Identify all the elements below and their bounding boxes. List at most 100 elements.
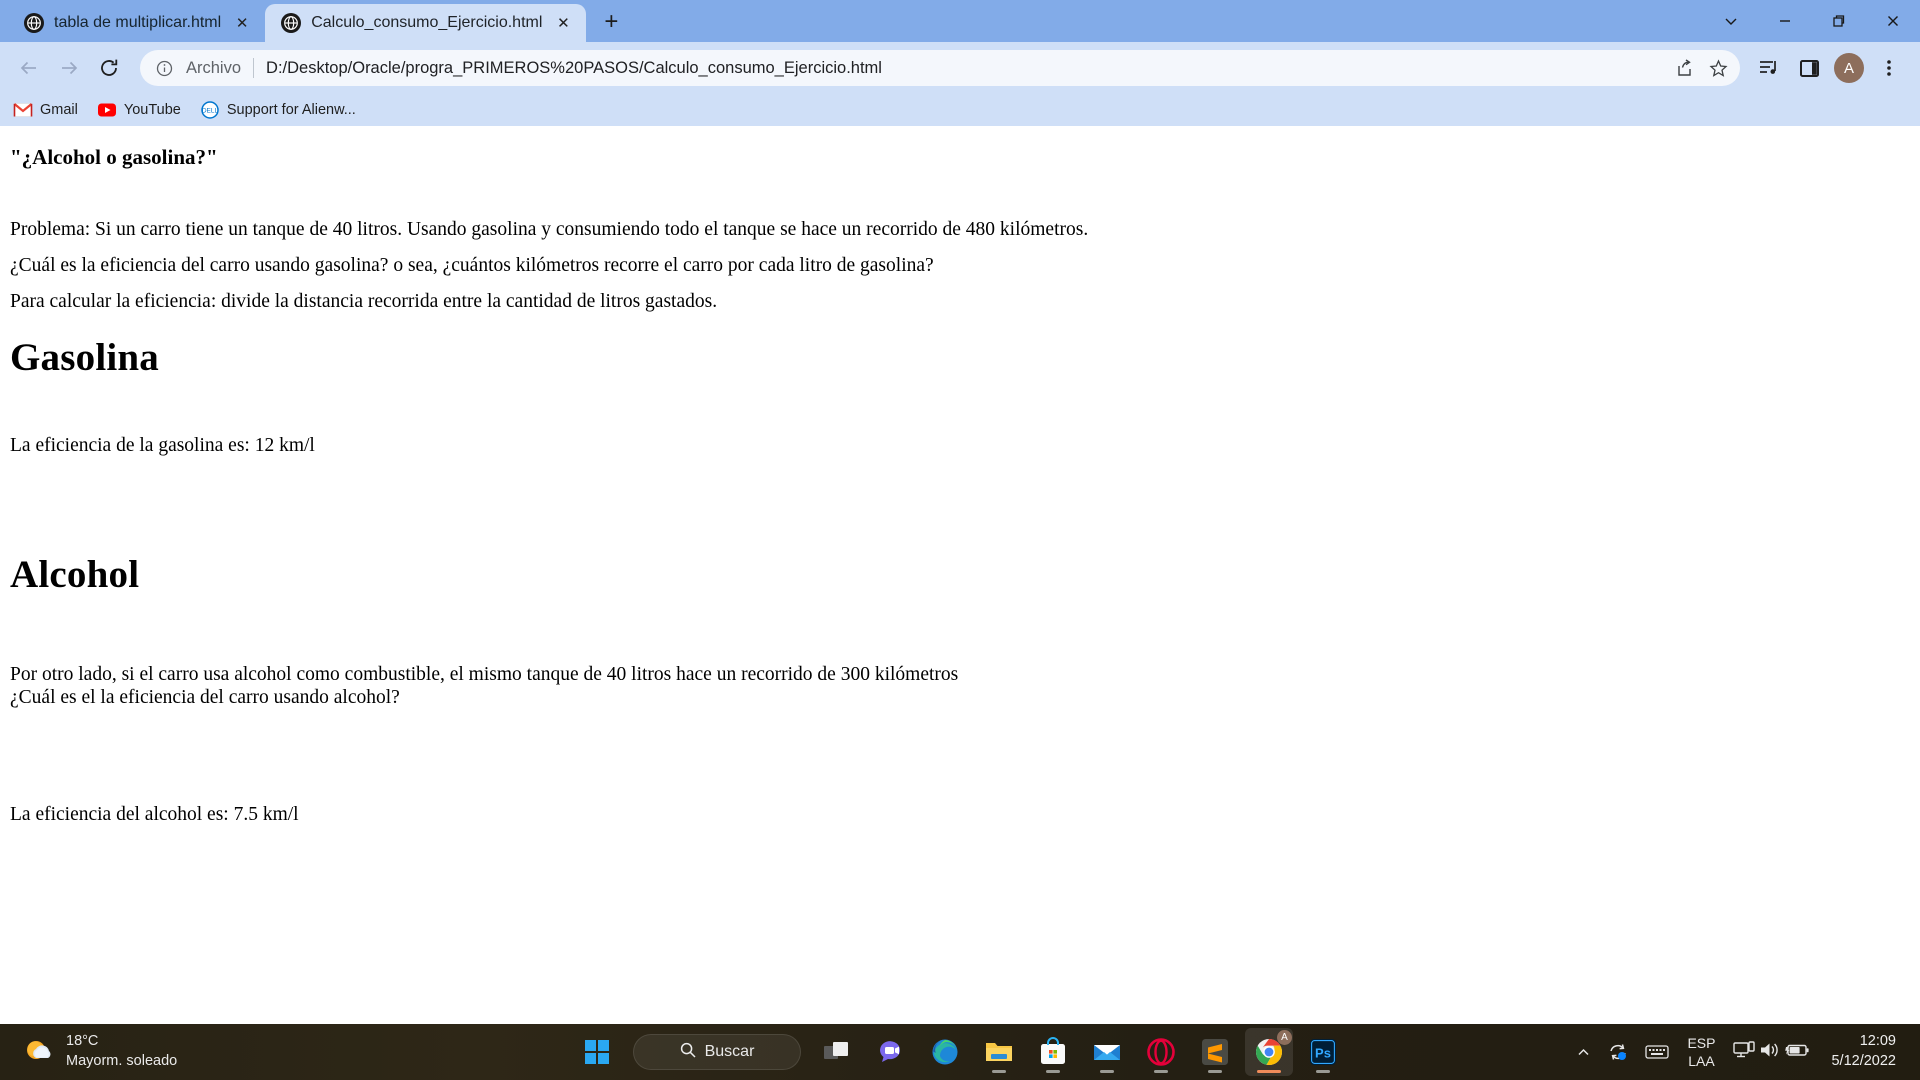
bookmarks-bar: Gmail YouTube DELL Support for Alienw... bbox=[0, 94, 1920, 126]
running-indicator bbox=[1100, 1070, 1114, 1073]
chrome-profile-badge: A bbox=[1277, 1030, 1292, 1045]
volume-icon bbox=[1759, 1040, 1781, 1065]
avatar[interactable]: A bbox=[1834, 53, 1864, 83]
media-playlist-icon[interactable] bbox=[1750, 49, 1788, 87]
dell-icon: DELL bbox=[201, 101, 219, 119]
browser-tab-1[interactable]: tabla de multiplicar.html ✕ bbox=[8, 4, 265, 42]
chevron-up-icon[interactable] bbox=[1568, 1028, 1599, 1076]
taskbar-app-chat[interactable] bbox=[867, 1028, 915, 1076]
page-heading-quote: "¿Alcohol o gasolina?" bbox=[10, 145, 218, 169]
info-circle-icon[interactable] bbox=[150, 54, 178, 82]
taskbar-app-area: Buscar A Ps bbox=[573, 1024, 1347, 1080]
weather-widget[interactable]: 18°C Mayorm. soleado bbox=[0, 1032, 300, 1071]
taskbar-app-file-explorer[interactable] bbox=[975, 1028, 1023, 1076]
bookmark-youtube[interactable]: YouTube bbox=[97, 101, 181, 119]
tab-title: tabla de multiplicar.html bbox=[54, 14, 222, 31]
result-alcohol: La eficiencia del alcohol es: 7.5 km/l bbox=[10, 803, 299, 825]
alcohol-line-2: ¿Cuál es el la eficiencia del carro usan… bbox=[10, 686, 400, 708]
address-bar[interactable]: Archivo D:/Desktop/Oracle/progra_PRIMERO… bbox=[140, 50, 1740, 86]
taskbar-search-button[interactable]: Buscar bbox=[633, 1034, 801, 1070]
paragraph-formula-note: Para calcular la eficiencia: divide la d… bbox=[10, 290, 718, 312]
running-indicator bbox=[1046, 1070, 1060, 1073]
windows-taskbar: 18°C Mayorm. soleado Buscar A Ps ESP LAA… bbox=[0, 1024, 1920, 1080]
taskbar-app-microsoft-store[interactable] bbox=[1029, 1028, 1077, 1076]
network-icon bbox=[1733, 1040, 1756, 1065]
browser-toolbar: Archivo D:/Desktop/Oracle/progra_PRIMERO… bbox=[0, 42, 1920, 94]
omnibox-actions bbox=[1668, 52, 1734, 84]
bookmark-gmail[interactable]: Gmail bbox=[13, 101, 78, 119]
search-icon bbox=[680, 1042, 696, 1063]
globe-icon bbox=[281, 13, 302, 33]
clock-date: 5/12/2022 bbox=[1831, 1053, 1896, 1069]
taskbar-app-photoshop[interactable]: Ps bbox=[1299, 1028, 1347, 1076]
page-viewport: "¿Alcohol o gasolina?" Problema: Si un c… bbox=[0, 126, 1920, 1024]
language-line-1: ESP bbox=[1687, 1034, 1716, 1051]
result-gasolina: La eficiencia de la gasolina es: 12 km/l bbox=[10, 434, 315, 456]
clock-button[interactable]: 12:09 5/12/2022 bbox=[1819, 1028, 1906, 1076]
onedrive-sync-icon[interactable] bbox=[1599, 1028, 1637, 1076]
taskbar-app-opera[interactable] bbox=[1137, 1028, 1185, 1076]
restore-icon[interactable] bbox=[1812, 0, 1866, 42]
new-tab-button[interactable]: + bbox=[594, 5, 628, 39]
battery-charging-icon bbox=[1785, 1041, 1811, 1064]
clock-time: 12:09 bbox=[1859, 1033, 1896, 1050]
section-heading-alcohol: Alcohol bbox=[10, 552, 140, 596]
chevron-down-icon[interactable] bbox=[1704, 0, 1758, 42]
running-indicator bbox=[992, 1070, 1006, 1073]
url-scheme-label: Archivo bbox=[186, 58, 242, 77]
svg-text:DELL: DELL bbox=[202, 108, 219, 115]
alcohol-line-1: Por otro lado, si el carro usa alcohol c… bbox=[10, 663, 959, 685]
taskbar-app-sublime-text[interactable] bbox=[1191, 1028, 1239, 1076]
bookmark-label: YouTube bbox=[123, 102, 181, 118]
weather-text: 18°C Mayorm. soleado bbox=[66, 1032, 177, 1071]
bookmark-support-alienware[interactable]: DELL Support for Alienw... bbox=[201, 101, 356, 119]
share-icon[interactable] bbox=[1668, 52, 1700, 84]
weather-condition: Mayorm. soleado bbox=[66, 1053, 178, 1069]
search-label: Buscar bbox=[704, 1043, 755, 1060]
paragraph-alcohol: Por otro lado, si el carro usa alcohol c… bbox=[10, 663, 1910, 709]
weather-temperature: 18°C bbox=[66, 1033, 99, 1050]
star-icon[interactable] bbox=[1702, 52, 1734, 84]
tab-close-button[interactable]: ✕ bbox=[552, 12, 574, 34]
gmail-icon bbox=[13, 101, 33, 119]
forward-arrow-icon[interactable] bbox=[50, 49, 88, 87]
taskbar-app-edge[interactable] bbox=[921, 1028, 969, 1076]
active-indicator bbox=[1257, 1070, 1281, 1073]
start-button[interactable] bbox=[573, 1028, 621, 1076]
page-content: "¿Alcohol o gasolina?" Problema: Si un c… bbox=[10, 126, 1910, 826]
running-indicator bbox=[1316, 1070, 1330, 1073]
taskbar-app-chrome[interactable]: A bbox=[1245, 1028, 1293, 1076]
side-panel-icon[interactable] bbox=[1790, 49, 1828, 87]
taskbar-app-task-view[interactable] bbox=[813, 1028, 861, 1076]
taskbar-app-mail[interactable] bbox=[1083, 1028, 1131, 1076]
reload-icon[interactable] bbox=[90, 49, 128, 87]
url-text: D:/Desktop/Oracle/progra_PRIMEROS%20PASO… bbox=[266, 58, 882, 77]
tab-close-button[interactable]: ✕ bbox=[231, 12, 253, 34]
quick-settings-button[interactable] bbox=[1725, 1028, 1819, 1076]
bookmark-label: Gmail bbox=[40, 102, 78, 118]
paragraph-problem: Problema: Si un carro tiene un tanque de… bbox=[10, 218, 1089, 240]
youtube-icon bbox=[97, 101, 116, 119]
bookmark-label: Support for Alienw... bbox=[226, 102, 356, 118]
omnibox-divider bbox=[253, 58, 255, 78]
globe-icon bbox=[24, 13, 44, 33]
language-line-2: LAA bbox=[1688, 1053, 1715, 1069]
running-indicator bbox=[1208, 1070, 1222, 1073]
sun-cloud-icon bbox=[22, 1035, 56, 1069]
paragraph-question-gasolina: ¿Cuál es la eficiencia del carro usando … bbox=[10, 254, 934, 276]
three-dots-vertical-icon[interactable] bbox=[1870, 49, 1908, 87]
system-tray: ESP LAA 12:09 5/12/2022 bbox=[1568, 1024, 1920, 1080]
keyboard-icon[interactable] bbox=[1637, 1028, 1677, 1076]
close-icon[interactable] bbox=[1866, 0, 1920, 42]
tab-strip: tabla de multiplicar.html ✕ Calculo_cons… bbox=[0, 0, 1920, 42]
back-arrow-icon[interactable] bbox=[10, 49, 48, 87]
running-indicator bbox=[1154, 1070, 1168, 1073]
svg-text:Ps: Ps bbox=[1315, 1046, 1331, 1061]
language-indicator[interactable]: ESP LAA bbox=[1677, 1028, 1725, 1076]
section-heading-gasolina: Gasolina bbox=[10, 335, 159, 379]
window-controls bbox=[1704, 0, 1920, 42]
browser-tab-2[interactable]: Calculo_consumo_Ejercicio.html ✕ bbox=[265, 4, 587, 42]
vertical-spacer bbox=[10, 470, 1910, 530]
minimize-icon[interactable] bbox=[1758, 0, 1812, 42]
vertical-spacer bbox=[10, 722, 1910, 764]
